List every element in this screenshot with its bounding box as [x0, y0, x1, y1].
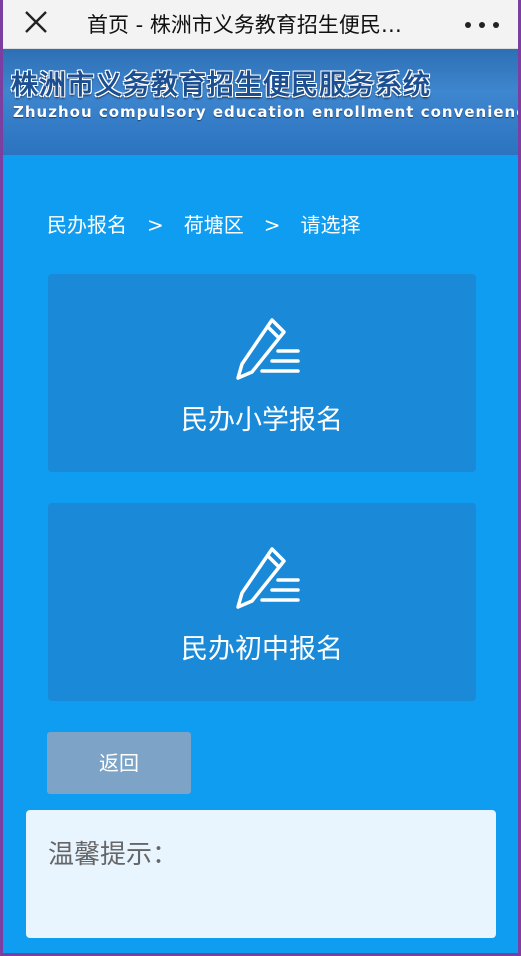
breadcrumb-item-district[interactable]: 荷塘区	[184, 209, 244, 238]
app-frame: 首页 - 株洲市义务教育招生便民… 株洲市义务教育招生便民服务系统 Zhuzho…	[3, 0, 518, 953]
middle-school-enroll-card[interactable]: 民办初中报名	[48, 503, 476, 701]
tip-panel: 温馨提示：	[26, 810, 496, 938]
primary-school-enroll-card[interactable]: 民办小学报名	[48, 274, 476, 472]
browser-topbar: 首页 - 株洲市义务教育招生便民…	[3, 0, 518, 49]
breadcrumb-item-current: 请选择	[300, 213, 361, 237]
breadcrumb-item-private-enroll[interactable]: 民办报名	[47, 209, 127, 238]
header-banner: 株洲市义务教育招生便民服务系统 Zhuzhou compulsory educa…	[3, 49, 518, 155]
banner-title-cn: 株洲市义务教育招生便民服务系统	[11, 70, 431, 101]
pen-icon	[236, 318, 300, 380]
more-icon[interactable]	[462, 18, 502, 32]
breadcrumb: 民办报名 > 荷塘区 > 请选择	[47, 209, 361, 238]
breadcrumb-separator: >	[147, 213, 164, 237]
breadcrumb-separator: >	[263, 213, 281, 237]
banner-title-en: Zhuzhou compulsory education enrollment …	[13, 103, 518, 121]
card-label: 民办初中报名	[181, 634, 343, 665]
page-title: 首页 - 株洲市义务教育招生便民…	[87, 13, 402, 37]
card-label: 民办小学报名	[181, 405, 343, 436]
back-button[interactable]: 返回	[47, 732, 191, 794]
close-icon[interactable]	[21, 7, 51, 37]
pen-icon	[236, 547, 300, 609]
tip-title: 温馨提示：	[48, 840, 179, 870]
